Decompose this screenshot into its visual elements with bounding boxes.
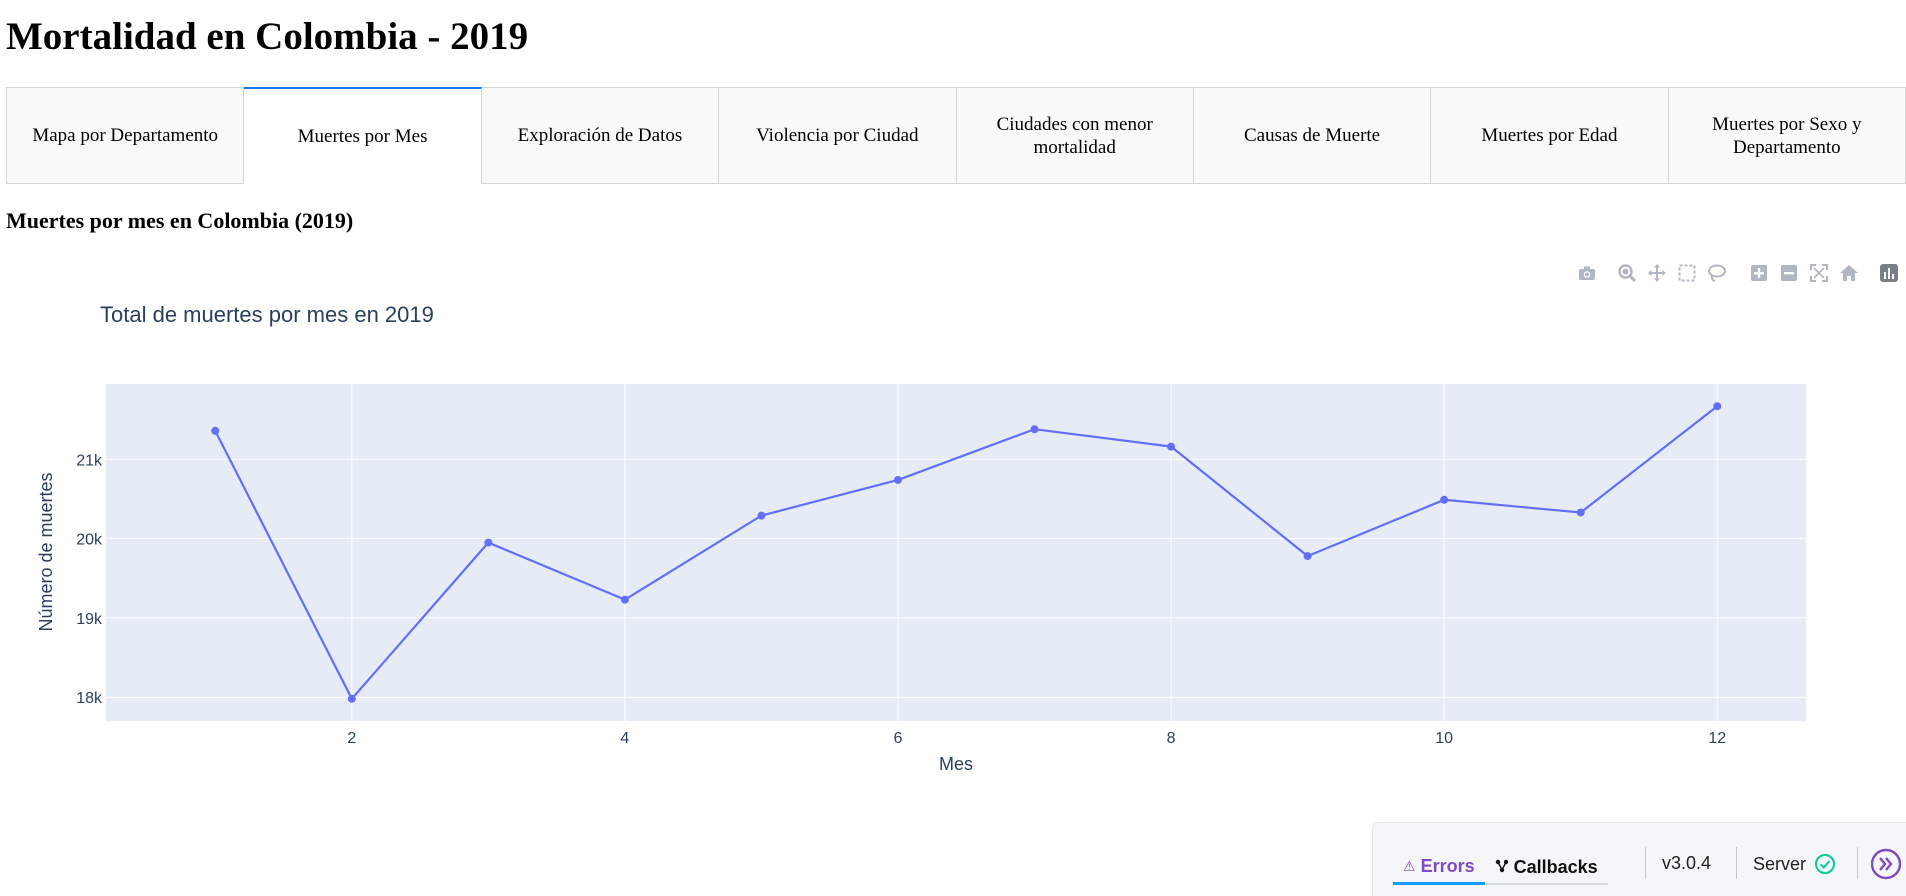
x-tick-label: 8 (1167, 730, 1176, 747)
tab-violencia-ciudad[interactable]: Violencia por Ciudad (719, 87, 957, 184)
plot-area[interactable] (106, 384, 1806, 721)
data-point[interactable] (757, 511, 766, 520)
data-point[interactable] (1576, 508, 1585, 517)
data-point[interactable] (893, 475, 902, 484)
y-axis-label: Número de muertes (36, 472, 56, 631)
tab-muertes-sexo-departamento[interactable]: Muertes por Sexo y Departamento (1668, 87, 1906, 184)
divider (1857, 847, 1858, 879)
collapse-debug-icon[interactable] (1870, 848, 1902, 880)
dash-debug-menu: ⚠ Errors Callbacks v3.0.4 Server (1372, 822, 1906, 896)
debug-tabs: ⚠ Errors Callbacks (1393, 851, 1608, 885)
tab-causas-muerte[interactable]: Causas de Muerte (1193, 87, 1432, 184)
x-tick-label: 2 (347, 730, 356, 747)
data-point[interactable] (620, 595, 629, 604)
tab-label: Muertes por Mes (297, 126, 428, 147)
chart-title: Total de muertes por mes en 2019 (100, 302, 434, 327)
data-point[interactable] (211, 426, 220, 435)
errors-tab[interactable]: ⚠ Errors (1393, 852, 1485, 885)
data-point[interactable] (1440, 495, 1449, 504)
x-tick-label: 10 (1435, 730, 1453, 747)
tab-ciudades-menor-mortalidad[interactable]: Ciudades con menor mortalidad (956, 87, 1194, 184)
tab-bar: Mapa por Departamento Muertes por Mes Ex… (6, 87, 1906, 184)
y-tick-label: 18k (76, 690, 103, 707)
tab-label: Ciudades con menor mortalidad (996, 113, 1153, 158)
tab-exploracion-datos[interactable]: Exploración de Datos (481, 87, 720, 184)
tab-muertes-mes[interactable]: Muertes por Mes (244, 87, 482, 184)
y-tick-label: 20k (76, 532, 103, 549)
tab-label: Muertes por Sexo y Departamento (1712, 113, 1862, 158)
data-point[interactable] (1167, 442, 1176, 451)
check-circle-icon (1815, 854, 1836, 874)
tab-label: Exploración de Datos (517, 125, 683, 146)
tab-label: Causas de Muerte (1243, 125, 1381, 146)
callbacks-graph-icon (1495, 857, 1509, 878)
page-title: Mortalidad en Colombia - 2019 (6, 15, 529, 58)
server-label: Server (1753, 853, 1807, 874)
data-point[interactable] (1713, 402, 1722, 411)
section-title: Muertes por mes en Colombia (2019) (6, 208, 354, 233)
x-tick-label: 6 (894, 730, 903, 747)
tab-label: Violencia por Ciudad (756, 125, 919, 146)
x-axis-ticks: 2 4 6 8 10 12 (347, 730, 1726, 747)
tab-label: Mapa por Departamento (32, 125, 219, 146)
data-point[interactable] (347, 694, 356, 703)
x-axis-label: Mes (939, 754, 973, 774)
tab-mapa-departamento[interactable]: Mapa por Departamento (6, 87, 245, 184)
callbacks-tab[interactable]: Callbacks (1485, 852, 1608, 882)
divider (1645, 847, 1646, 879)
tab-muertes-edad[interactable]: Muertes por Edad (1431, 87, 1669, 184)
errors-tab-label: Errors (1420, 856, 1475, 876)
tab-label: Muertes por Edad (1481, 125, 1618, 146)
x-tick-label: 12 (1708, 730, 1726, 747)
data-point[interactable] (1303, 552, 1312, 561)
data-point[interactable] (1030, 425, 1039, 434)
line-chart: Total de muertes por mes en 2019 2 4 6 8 10 1… (36, 302, 1806, 774)
y-axis-ticks: 18k 19k 20k 21k (76, 452, 103, 707)
data-point[interactable] (484, 538, 493, 547)
server-status[interactable]: Server (1753, 853, 1836, 875)
callbacks-tab-label: Callbacks (1513, 856, 1598, 877)
x-tick-label: 4 (620, 730, 629, 747)
y-tick-label: 21k (76, 452, 103, 469)
divider (1736, 847, 1737, 879)
warning-icon: ⚠ (1403, 858, 1416, 874)
dash-version: v3.0.4 (1662, 853, 1712, 873)
y-tick-label: 19k (76, 611, 103, 628)
